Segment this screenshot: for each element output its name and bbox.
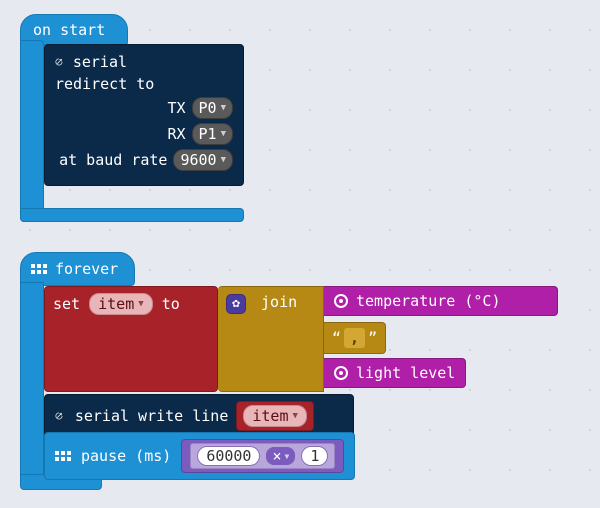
serial-rx-row: RX P1 ▼	[55, 123, 233, 145]
onstart-cbottom	[20, 208, 244, 222]
usb-icon	[55, 409, 63, 424]
pause-label: pause (ms)	[81, 447, 171, 465]
serial-redirect-row: redirect to	[55, 75, 233, 93]
baud-value: 9600	[180, 151, 216, 169]
set-to: to	[162, 295, 180, 313]
light-level-reporter[interactable]: light level	[324, 358, 466, 388]
temperature-reporter[interactable]: temperature (°C)	[324, 286, 558, 316]
onstart-label: on start	[33, 21, 105, 39]
temperature-label: temperature (°C)	[356, 292, 501, 310]
chevron-down-icon: ▼	[292, 411, 297, 421]
swl-var-name: item	[252, 407, 288, 425]
rx-dropdown[interactable]: P1 ▼	[192, 123, 233, 145]
light-label: light level	[356, 364, 455, 382]
tx-dropdown[interactable]: P0 ▼	[192, 97, 233, 119]
gear-icon[interactable]: ✿	[226, 294, 246, 314]
left-operand-input[interactable]: 60000	[197, 446, 260, 466]
variable-reporter[interactable]: item ▼	[236, 401, 314, 431]
chevron-down-icon: ▼	[221, 103, 226, 113]
math-inner: 60000 × ▼ 1	[190, 443, 335, 469]
rx-label: RX	[167, 125, 185, 143]
join-label: join	[261, 293, 297, 311]
set-prefix: set	[53, 295, 80, 313]
string-value: ,	[344, 328, 365, 348]
chevron-down-icon: ▼	[221, 129, 226, 139]
set-var-name: item	[98, 295, 134, 313]
forever-label: forever	[55, 260, 118, 278]
serial-baud-row: at baud rate 9600 ▼	[55, 149, 233, 171]
math-multiply-reporter[interactable]: 60000 × ▼ 1	[181, 439, 344, 473]
serial-redirect-label: redirect to	[55, 75, 154, 93]
tx-label: TX	[167, 99, 185, 117]
pause-block[interactable]: pause (ms) 60000 × ▼ 1	[44, 432, 355, 480]
baud-dropdown[interactable]: 9600 ▼	[173, 149, 233, 171]
forever-cbody	[20, 282, 44, 478]
sensor-icon	[334, 366, 348, 380]
grid-icon	[31, 264, 47, 274]
chevron-down-icon: ▼	[221, 155, 226, 165]
variable-dropdown[interactable]: item ▼	[243, 405, 307, 427]
serial-header-row: serial	[55, 53, 233, 71]
quote-close: ”	[368, 329, 377, 347]
chevron-down-icon: ▼	[138, 299, 143, 309]
onstart-cbody	[20, 40, 44, 222]
sensor-icon	[334, 294, 348, 308]
grid-icon	[55, 451, 71, 461]
swl-label: serial write line	[75, 407, 229, 425]
tx-value: P0	[199, 99, 217, 117]
join-block[interactable]: ✿ join	[218, 286, 324, 392]
serial-tx-row: TX P0 ▼	[55, 97, 233, 119]
chevron-down-icon: ▼	[285, 452, 290, 461]
usb-icon	[55, 55, 63, 70]
baud-label: at baud rate	[59, 151, 167, 169]
string-literal-slot[interactable]: “ , ”	[324, 322, 386, 354]
right-operand-input[interactable]: 1	[301, 446, 328, 466]
serial-header: serial	[73, 53, 127, 71]
set-variable-block[interactable]: set item ▼ to	[44, 286, 218, 392]
variable-dropdown[interactable]: item ▼	[89, 293, 153, 315]
quote-open: “	[332, 329, 341, 347]
operator-value: ×	[272, 447, 281, 465]
operator-dropdown[interactable]: × ▼	[266, 447, 295, 465]
serial-redirect-block[interactable]: serial redirect to TX P0 ▼ RX P1 ▼ at ba…	[44, 44, 244, 186]
forever-hat[interactable]: forever	[20, 252, 135, 286]
rx-value: P1	[199, 125, 217, 143]
